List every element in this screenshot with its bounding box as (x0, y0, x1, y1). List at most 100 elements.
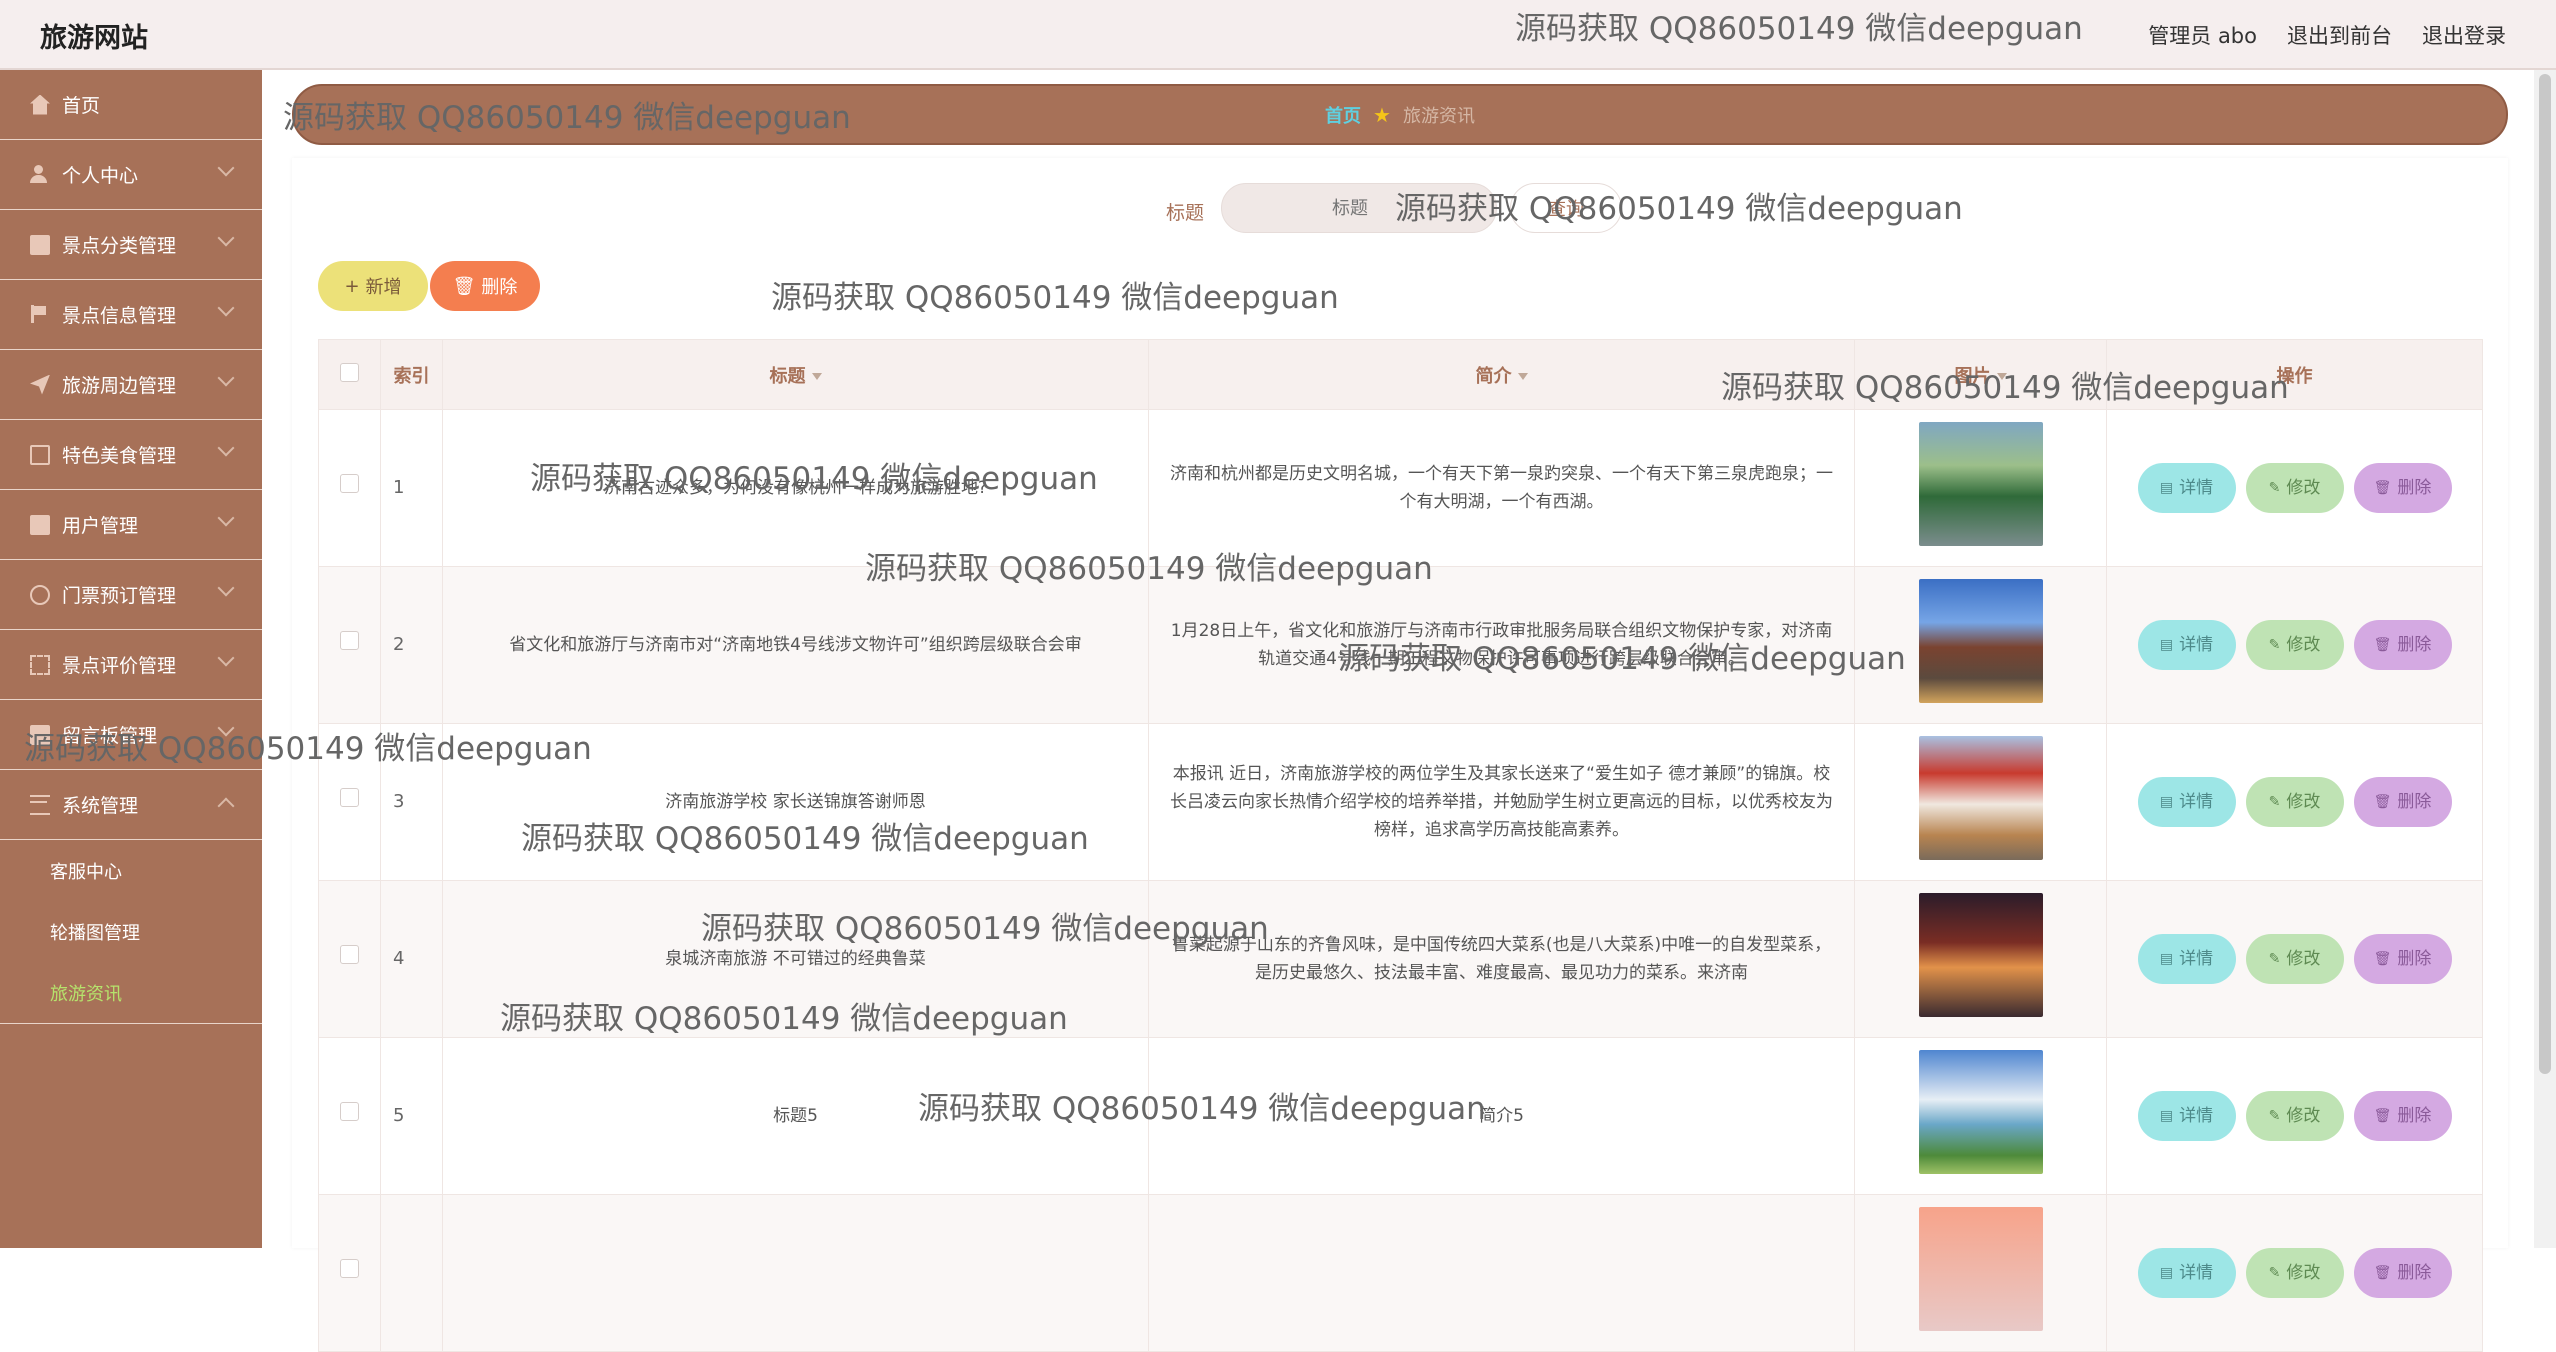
sort-icon (1996, 373, 2007, 380)
edit-label: 修改 (2286, 1263, 2321, 1283)
chevron-down-icon (217, 719, 235, 737)
detail-button[interactable]: ▤ 详情 (2137, 777, 2236, 827)
delete-button[interactable]: 🗑 删除 (2353, 1248, 2452, 1298)
edit-label: 修改 (2286, 635, 2321, 655)
top-header: 旅游网站 管理员 abo 退出到前台 退出登录 (0, 0, 2556, 70)
search-button-label: 查询 (1548, 199, 1584, 220)
delete-button[interactable]: 🗑 删除 (2353, 1091, 2452, 1141)
scroll-thumb[interactable] (2539, 74, 2551, 1074)
row-title: 济南古迹众多，为何没有像杭州一样成为旅游胜地? (442, 409, 1149, 567)
edit-button[interactable]: ✎ 修改 (2245, 620, 2344, 670)
row-title: 济南旅游学校 家长送锦旗答谢师恩 (442, 723, 1149, 881)
sidebar-item-system[interactable]: 系统管理 (0, 770, 262, 840)
row-intro: 本报讯 近日，济南旅游学校的两位学生及其家长送来了“爱生如子 德才兼顾”的锦旗。… (1148, 723, 1855, 881)
row-checkbox[interactable] (340, 1102, 359, 1121)
edit-label: 修改 (2286, 949, 2321, 969)
edit-button[interactable]: ✎ 修改 (2245, 1248, 2344, 1298)
breadcrumb: 首页 ★ 旅游资讯 (292, 84, 2508, 145)
edit-button[interactable]: ✎ 修改 (2245, 777, 2344, 827)
sidebar-item-category[interactable]: 景点分类管理 (0, 210, 262, 280)
file-icon: ▤ (2159, 1265, 2174, 1281)
edit-button[interactable]: ✎ 修改 (2245, 934, 2344, 984)
header-ops: 操作 (2106, 339, 2483, 410)
table-row: 4 泉城济南旅游 不可错过的经典鲁菜 鲁菜起源于山东的齐鲁风味，是中国传统四大菜系(… (318, 880, 2483, 1038)
detail-button[interactable]: ▤ 详情 (2137, 620, 2236, 670)
delete-label: 删除 (2397, 478, 2432, 498)
sidebar-item-scenic-info[interactable]: 景点信息管理 (0, 280, 262, 350)
copy-icon (30, 444, 50, 465)
chevron-down-icon (217, 649, 235, 667)
delete-label: 删除 (2397, 949, 2432, 969)
sidebar-item-personal-center[interactable]: 个人中心 (0, 140, 262, 210)
table-row: ▤ 详情 ✎ 修改 🗑 删除 (318, 1194, 2483, 1352)
sidebar-sub-carousel[interactable]: 轮播图管理 (0, 901, 262, 962)
row-checkbox[interactable] (340, 474, 359, 493)
row-thumbnail-image (1918, 421, 2043, 546)
sidebar-item-tickets[interactable]: 门票预订管理 (0, 560, 262, 630)
detail-label: 详情 (2179, 1263, 2214, 1283)
add-button-label: 新增 (365, 277, 402, 298)
row-checkbox[interactable] (340, 1259, 359, 1278)
row-title: 泉城济南旅游 不可错过的经典鲁菜 (442, 880, 1149, 1038)
table-header-row: 索引 标题 简介 图片 操作 (318, 339, 2483, 410)
sidebar-item-surroundings[interactable]: 旅游周边管理 (0, 350, 262, 420)
header-intro[interactable]: 简介 (1148, 339, 1855, 410)
sidebar-item-label: 景点信息管理 (62, 305, 177, 327)
add-button[interactable]: + 新增 (318, 261, 428, 311)
delete-button[interactable]: 🗑 删除 (2353, 934, 2452, 984)
delete-button[interactable]: 🗑 删除 (2353, 777, 2452, 827)
row-checkbox[interactable] (340, 788, 359, 807)
chevron-down-icon (217, 299, 235, 317)
file-icon: ▤ (2159, 480, 2174, 496)
select-all-checkbox[interactable] (340, 362, 359, 382)
detail-button[interactable]: ▤ 详情 (2137, 1248, 2236, 1298)
logout-link[interactable]: 退出登录 (2422, 20, 2506, 50)
admin-user-label: 管理员 abo (2148, 24, 2257, 48)
sidebar-item-food[interactable]: 特色美食管理 (0, 420, 262, 490)
edit-button[interactable]: ✎ 修改 (2245, 1091, 2344, 1141)
row-checkbox[interactable] (340, 631, 359, 650)
sidebar-item-reviews[interactable]: 景点评价管理 (0, 630, 262, 700)
row-checkbox[interactable] (340, 945, 359, 964)
sidebar-sub-service[interactable]: 客服中心 (0, 840, 262, 901)
pencil-icon: ✎ (2268, 1108, 2281, 1124)
pencil-icon: ✎ (2268, 480, 2281, 496)
header-index: 索引 (380, 339, 443, 410)
row-index: 1 (380, 409, 443, 567)
pencil-icon: ✎ (2268, 1265, 2281, 1281)
header-title[interactable]: 标题 (442, 339, 1149, 410)
trash-icon: 🗑 (2373, 480, 2392, 496)
header-image[interactable]: 图片 (1854, 339, 2107, 410)
exit-to-front-link[interactable]: 退出到前台 (2287, 20, 2392, 50)
batch-delete-button[interactable]: 🗑 删除 (430, 261, 540, 311)
breadcrumb-home[interactable]: 首页 (1325, 102, 1361, 128)
search-button[interactable]: 查询 (1510, 183, 1622, 233)
delete-button[interactable]: 🗑 删除 (2353, 463, 2452, 513)
row-thumbnail-image (1918, 578, 2043, 703)
row-select-cell (318, 1194, 381, 1352)
title-search-input[interactable] (1221, 183, 1497, 233)
trash-icon: 🗑 (2373, 951, 2392, 967)
row-index: 3 (380, 723, 443, 881)
plus-icon: + (344, 275, 360, 297)
sidebar-item-home[interactable]: 首页 (0, 70, 262, 140)
pencil-icon: ✎ (2268, 637, 2281, 653)
edit-button[interactable]: ✎ 修改 (2245, 463, 2344, 513)
sidebar-item-users[interactable]: 用户管理 (0, 490, 262, 560)
row-ops-cell: ▤ 详情 ✎ 修改 🗑 删除 (2106, 1194, 2483, 1352)
row-thumbnail-image (1918, 892, 2043, 1017)
page-scrollbar[interactable] (2534, 70, 2556, 1248)
chevron-down-icon (217, 229, 235, 247)
delete-button[interactable]: 🗑 删除 (2353, 620, 2452, 670)
sidebar-item-label: 系统管理 (62, 795, 139, 817)
chevron-down-icon (217, 579, 235, 597)
detail-button[interactable]: ▤ 详情 (2137, 934, 2236, 984)
trash-icon: 🗑 (2373, 1265, 2392, 1281)
sidebar-sub-travel-news[interactable]: 旅游资讯 (0, 962, 262, 1023)
star-icon: ★ (1373, 102, 1391, 127)
sort-icon (1517, 373, 1528, 380)
detail-button[interactable]: ▤ 详情 (2137, 463, 2236, 513)
sidebar-item-messages[interactable]: 留言板管理 (0, 700, 262, 770)
row-index: 2 (380, 566, 443, 724)
detail-button[interactable]: ▤ 详情 (2137, 1091, 2236, 1141)
